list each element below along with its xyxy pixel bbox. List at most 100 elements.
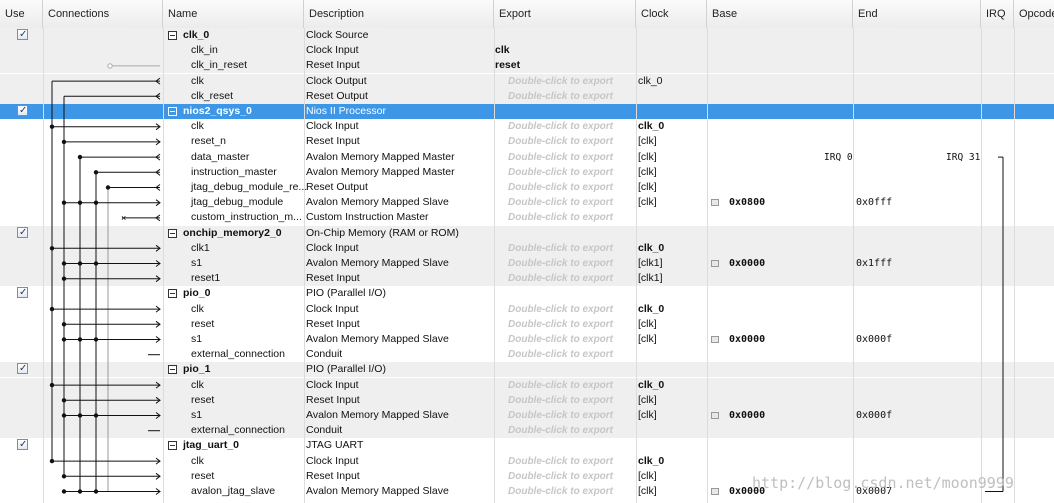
export-placeholder[interactable]: Double-click to export xyxy=(508,74,613,89)
interface-name[interactable]: reset1 xyxy=(191,271,220,286)
clock-value[interactable]: [clk] xyxy=(638,469,657,484)
use-checkbox[interactable] xyxy=(17,225,28,240)
clock-value[interactable]: [clk] xyxy=(638,484,657,499)
interface-name[interactable]: instruction_master xyxy=(191,165,277,180)
export-placeholder[interactable]: Double-click to export xyxy=(508,484,613,499)
component-row[interactable]: pio_1 PIO (Parallel I/O) xyxy=(0,361,1054,378)
collapse-toggle-icon[interactable] xyxy=(168,107,177,116)
export-placeholder[interactable]: Double-click to export xyxy=(508,180,613,195)
export-placeholder[interactable]: Double-click to export xyxy=(508,271,613,286)
interface-row[interactable]: s1 Avalon Memory Mapped Slave Double-click… xyxy=(0,408,1054,423)
interface-row[interactable]: external_connection Conduit Double-click t… xyxy=(0,423,1054,439)
interface-row[interactable]: clk1 Clock Input Double-click to export clk… xyxy=(0,240,1054,256)
export-placeholder[interactable]: Double-click to export xyxy=(508,454,613,469)
interface-row[interactable]: jtag_debug_module Avalon Memory Mapped Sl… xyxy=(0,195,1054,210)
component-name[interactable]: nios2_qsys_0 xyxy=(183,104,252,119)
interface-row[interactable]: clk_in_reset Reset Input reset xyxy=(0,58,1054,74)
collapse-toggle-icon[interactable] xyxy=(168,289,177,299)
column-header-opcode[interactable]: Opcode xyxy=(1014,0,1054,28)
component-name[interactable]: jtag_uart_0 xyxy=(183,438,239,453)
interface-row[interactable]: clk_in Clock Input clk xyxy=(0,43,1054,59)
clock-value[interactable]: [clk] xyxy=(638,195,657,210)
interface-name[interactable]: clk_in_reset xyxy=(191,58,247,73)
collapse-toggle-icon[interactable] xyxy=(168,31,177,40)
component-row[interactable]: clk_0 Clock Source xyxy=(0,27,1054,43)
lock-icon[interactable] xyxy=(711,488,719,495)
interface-name[interactable]: data_master xyxy=(191,150,249,165)
collapse-toggle-icon[interactable] xyxy=(168,228,177,238)
interface-row[interactable]: jtag_debug_module_re... Reset Output Doubl… xyxy=(0,180,1054,195)
lock-icon[interactable] xyxy=(711,199,719,207)
clock-value[interactable]: clk_0 xyxy=(638,119,664,134)
interface-name[interactable]: clk_reset xyxy=(191,89,233,104)
clock-value[interactable]: [clk] xyxy=(638,393,657,408)
column-header-connections[interactable]: Connections xyxy=(43,0,163,28)
clock-value[interactable]: clk_0 xyxy=(638,241,664,256)
interface-name[interactable]: s1 xyxy=(191,408,202,423)
column-header-description[interactable]: Description xyxy=(304,0,494,28)
interface-name[interactable]: clk1 xyxy=(191,241,210,256)
interface-row[interactable]: clk Clock Input Double-click to export clk_… xyxy=(0,119,1054,134)
interface-name[interactable]: clk xyxy=(191,454,204,469)
column-header-export[interactable]: Export xyxy=(494,0,636,28)
component-name[interactable]: clk_0 xyxy=(183,28,209,43)
export-placeholder[interactable]: Double-click to export xyxy=(508,317,613,332)
interface-name[interactable]: reset xyxy=(191,469,214,484)
export-placeholder[interactable]: Double-click to export xyxy=(508,393,613,408)
interface-row[interactable]: s1 Avalon Memory Mapped Slave Double-click… xyxy=(0,332,1054,347)
lock-icon[interactable] xyxy=(711,260,719,267)
column-header-use[interactable]: Use xyxy=(0,0,43,28)
clock-value[interactable]: [clk] xyxy=(638,408,657,423)
export-placeholder[interactable]: Double-click to export xyxy=(508,378,613,393)
column-header-irq[interactable]: IRQ xyxy=(981,0,1014,28)
column-header-end[interactable]: End xyxy=(853,0,981,28)
export-placeholder[interactable]: Double-click to export xyxy=(508,241,613,256)
clock-value[interactable]: [clk1] xyxy=(638,271,663,286)
interface-name[interactable]: clk xyxy=(191,378,204,393)
interface-row[interactable]: custom_instruction_m... Custom Instructio… xyxy=(0,210,1054,225)
export-placeholder[interactable]: Double-click to export xyxy=(508,332,613,347)
interface-row[interactable]: external_connection Conduit Double-click t… xyxy=(0,347,1054,362)
clock-value[interactable]: [clk] xyxy=(638,165,657,180)
export-value[interactable]: clk xyxy=(495,43,510,58)
export-placeholder[interactable]: Double-click to export xyxy=(508,408,613,423)
interface-row[interactable]: reset1 Reset Input Double-click to export [… xyxy=(0,271,1054,287)
clock-value[interactable]: [clk] xyxy=(638,332,657,347)
base-address[interactable]: 0x0800 xyxy=(729,195,765,210)
export-placeholder[interactable]: Double-click to export xyxy=(508,256,613,271)
interface-row[interactable]: reset Reset Input Double-click to export [c… xyxy=(0,317,1054,332)
interface-name[interactable]: clk xyxy=(191,302,204,317)
clock-value[interactable]: [clk] xyxy=(638,150,657,165)
interface-name[interactable]: clk xyxy=(191,119,204,134)
clock-value[interactable]: [clk] xyxy=(638,317,657,332)
export-placeholder[interactable]: Double-click to export xyxy=(508,150,613,165)
interface-name[interactable]: custom_instruction_m... xyxy=(191,210,302,225)
component-name[interactable]: onchip_memory2_0 xyxy=(183,226,282,241)
clock-value[interactable]: [clk1] xyxy=(638,256,663,271)
lock-icon[interactable] xyxy=(711,412,719,419)
component-name[interactable]: pio_0 xyxy=(183,286,210,301)
use-checkbox[interactable] xyxy=(17,437,28,452)
export-placeholder[interactable]: Double-click to export xyxy=(508,119,613,134)
clock-value[interactable]: clk_0 xyxy=(638,378,664,393)
clock-value[interactable]: clk_0 xyxy=(638,302,664,317)
export-placeholder[interactable]: Double-click to export xyxy=(508,165,613,180)
export-placeholder[interactable]: Double-click to export xyxy=(508,195,613,210)
interface-name[interactable]: reset xyxy=(191,393,214,408)
interface-row[interactable]: instruction_master Avalon Memory Mapped M… xyxy=(0,165,1054,180)
interface-name[interactable]: clk xyxy=(191,74,204,89)
interface-row[interactable]: data_master Avalon Memory Mapped Master Do… xyxy=(0,150,1054,165)
interface-name[interactable]: s1 xyxy=(191,332,202,347)
interface-name[interactable]: clk_in xyxy=(191,43,218,58)
interface-row[interactable]: clk Clock Input Double-click to export clk_… xyxy=(0,302,1054,317)
export-placeholder[interactable]: Double-click to export xyxy=(508,134,613,149)
column-header-name[interactable]: Name xyxy=(163,0,304,28)
interface-row[interactable]: reset Reset Input Double-click to export [c… xyxy=(0,392,1054,408)
clock-value[interactable]: clk_0 xyxy=(638,454,664,469)
export-placeholder[interactable]: Double-click to export xyxy=(508,423,613,438)
clock-value[interactable]: clk_0 xyxy=(638,74,663,89)
interface-row[interactable]: clk Clock Output Double-click to export clk… xyxy=(0,73,1054,89)
component-row[interactable]: pio_0 PIO (Parallel I/O) xyxy=(0,285,1054,301)
export-placeholder[interactable]: Double-click to export xyxy=(508,89,613,104)
base-address[interactable]: 0x0000 xyxy=(729,408,765,423)
